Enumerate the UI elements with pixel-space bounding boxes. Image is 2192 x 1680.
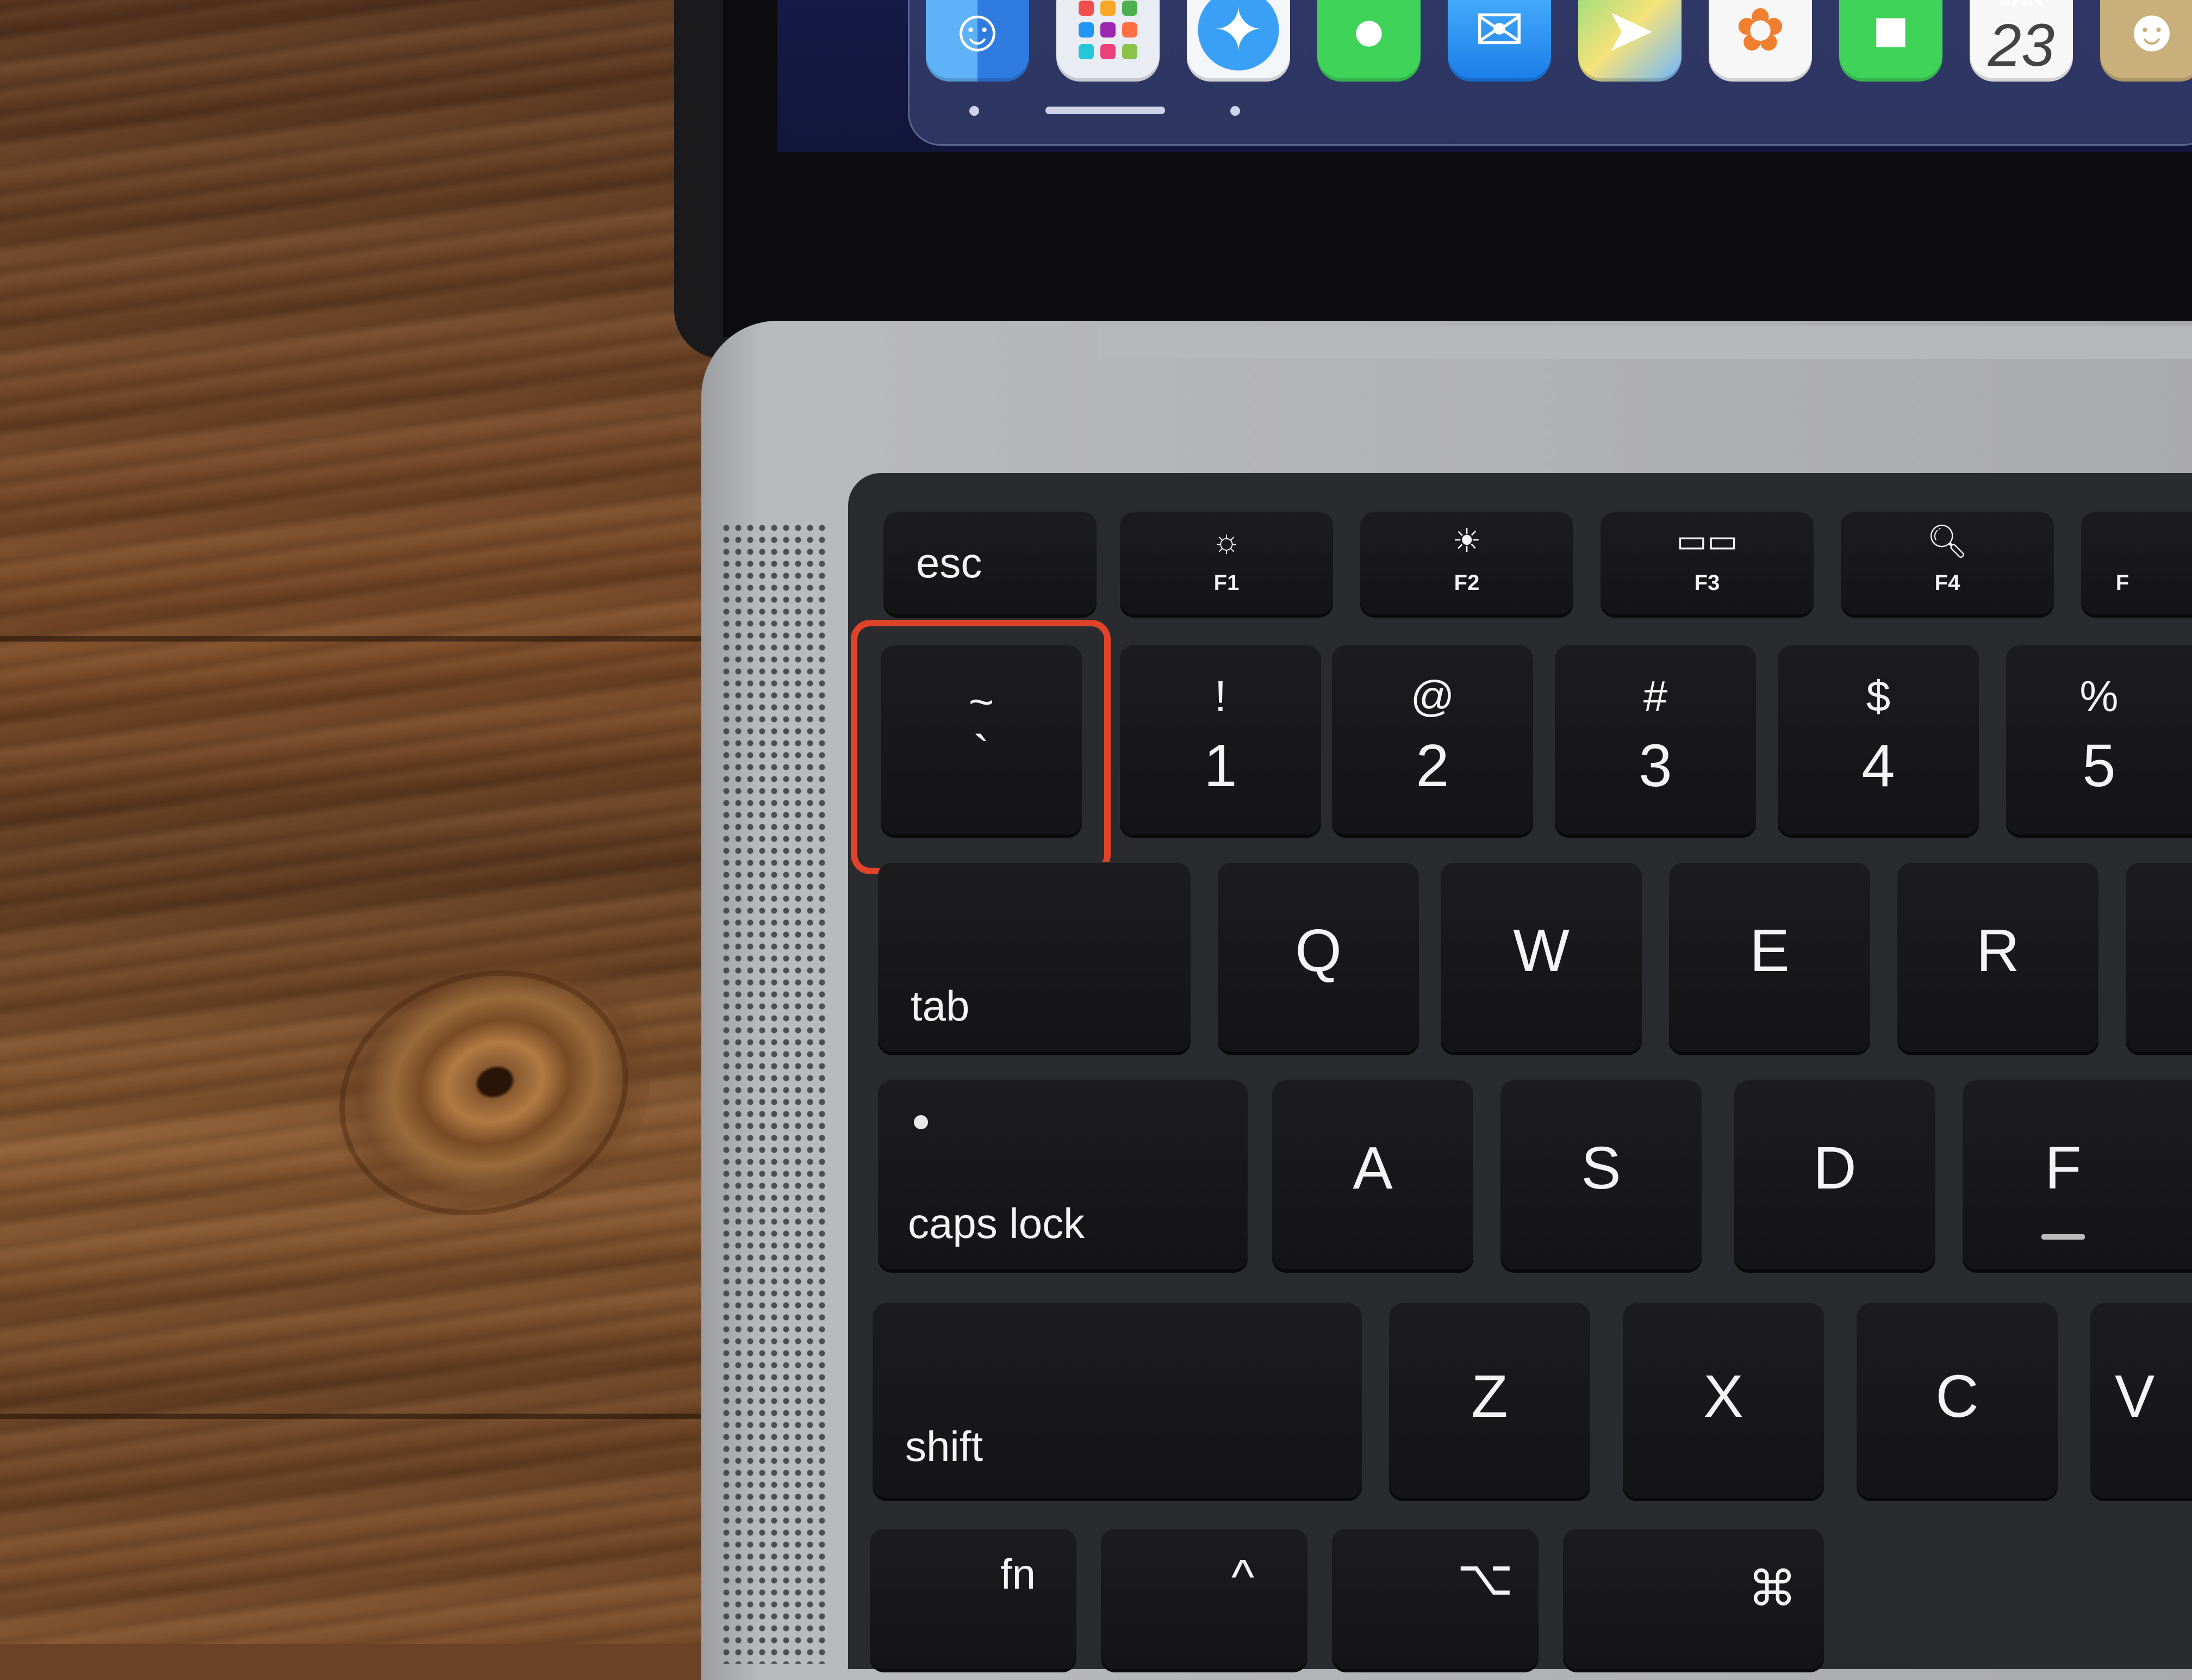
tab-key[interactable]: tab xyxy=(878,862,1191,1052)
wood-seam xyxy=(0,636,761,642)
key-z[interactable]: Z xyxy=(1389,1302,1590,1498)
f-label: F xyxy=(2045,1135,2082,1202)
home-row-bump xyxy=(2041,1234,2085,1240)
key-5[interactable]: % 5 xyxy=(2006,644,2192,835)
z-label: Z xyxy=(1471,1363,1508,1430)
key-e[interactable]: E xyxy=(1669,862,1870,1052)
messages-icon[interactable]: ● xyxy=(1317,0,1421,82)
v-label: V xyxy=(2115,1363,2155,1430)
two-label: 2 xyxy=(1416,732,1449,799)
dollar-label: $ xyxy=(1866,672,1891,720)
percent-label: % xyxy=(2079,672,2119,720)
f2-label: F2 xyxy=(1454,571,1480,595)
key-v[interactable]: V xyxy=(2090,1302,2192,1498)
key-3[interactable]: # 3 xyxy=(1555,644,1756,835)
calendar-day: 23 xyxy=(1988,12,2055,79)
a-label: A xyxy=(1353,1135,1393,1202)
key-c[interactable]: C xyxy=(1857,1302,2058,1498)
three-label: 3 xyxy=(1639,732,1672,799)
speaker-grille xyxy=(720,522,829,1664)
facetime-icon[interactable]: ■ xyxy=(1839,0,1942,82)
shift-label: shift xyxy=(905,1422,983,1470)
spotlight-search-icon: 🔍︎ xyxy=(1926,523,1969,559)
command-label: ⌘ xyxy=(1748,1562,1797,1616)
w-label: W xyxy=(1513,917,1570,984)
hash-label: # xyxy=(1643,672,1668,720)
fn-label: fn xyxy=(1000,1550,1036,1598)
esc-key[interactable]: esc xyxy=(883,511,1097,614)
brightness-down-icon: ☼ xyxy=(1211,522,1242,559)
key-2[interactable]: @ 2 xyxy=(1332,644,1533,835)
r-label: R xyxy=(1976,917,2020,984)
caps-lock-label: caps lock xyxy=(908,1199,1085,1247)
four-label: 4 xyxy=(1861,732,1895,799)
key-a[interactable]: A xyxy=(1272,1079,1473,1270)
option-label: ⌥ xyxy=(1457,1551,1514,1606)
dock: ☺ ✦ ● ✉ ➤ ✿ ■ JAN 23 ☻ xyxy=(908,0,2192,146)
exclamation-label: ! xyxy=(1214,672,1227,720)
f1-label: F1 xyxy=(1213,571,1240,595)
contacts-icon[interactable]: ☻ xyxy=(2100,0,2192,82)
finder-icon[interactable]: ☺ xyxy=(926,0,1029,82)
key-t[interactable] xyxy=(2126,862,2192,1052)
five-label: 5 xyxy=(2082,732,2116,799)
control-key[interactable]: ^ xyxy=(1101,1528,1307,1669)
brightness-up-icon: ☀ xyxy=(1452,522,1481,559)
f3-key[interactable]: ▭▭ F3 xyxy=(1601,511,1814,614)
key-4[interactable]: $ 4 xyxy=(1778,644,1979,835)
highlight-box xyxy=(851,620,1111,874)
f4-key[interactable]: 🔍︎ F4 xyxy=(1841,511,2054,614)
d-label: D xyxy=(1813,1135,1857,1202)
launchpad-grid xyxy=(1079,1,1137,59)
safari-icon[interactable]: ✦ xyxy=(1187,0,1290,82)
one-label: 1 xyxy=(1204,732,1237,799)
fn-key[interactable]: fn xyxy=(870,1528,1076,1669)
c-label: C xyxy=(1935,1363,1979,1430)
shift-key[interactable]: shift xyxy=(873,1302,1362,1498)
caps-lock-key[interactable]: caps lock xyxy=(878,1079,1248,1270)
q-label: Q xyxy=(1295,917,1342,984)
e-label: E xyxy=(1749,917,1790,984)
key-s[interactable]: S xyxy=(1500,1079,1702,1270)
key-r[interactable]: R xyxy=(1897,862,2098,1052)
f5-label: F xyxy=(2115,571,2129,595)
option-key[interactable]: ⌥ xyxy=(1332,1528,1539,1669)
command-key[interactable]: ⌘ xyxy=(1563,1528,1824,1669)
key-1[interactable]: ! 1 xyxy=(1120,644,1321,835)
key-f[interactable]: F xyxy=(1963,1079,2192,1270)
running-indicator xyxy=(969,106,979,116)
s-label: S xyxy=(1581,1135,1621,1202)
key-x[interactable]: X xyxy=(1623,1302,1824,1498)
f3-label: F3 xyxy=(1694,571,1720,595)
dock-scroll-bar xyxy=(1045,107,1165,114)
control-label: ^ xyxy=(1231,1550,1255,1604)
tab-label: tab xyxy=(911,982,970,1030)
f5-key[interactable]: F xyxy=(2081,511,2192,614)
at-label: @ xyxy=(1410,672,1455,720)
f2-key[interactable]: ☀ F2 xyxy=(1360,511,1573,614)
calendar-month: JAN xyxy=(1970,0,2073,10)
x-label: X xyxy=(1703,1363,1743,1430)
mission-control-icon: ▭▭ xyxy=(1676,522,1738,559)
wood-seam xyxy=(0,1414,761,1419)
key-q[interactable]: Q xyxy=(1218,862,1419,1052)
key-d[interactable]: D xyxy=(1734,1079,1935,1270)
photos-icon[interactable]: ✿ xyxy=(1709,0,1812,82)
hinge xyxy=(1098,326,2192,359)
mail-icon[interactable]: ✉ xyxy=(1448,0,1551,82)
key-w[interactable]: W xyxy=(1441,862,1642,1052)
caps-lock-indicator xyxy=(914,1115,928,1129)
calendar-icon[interactable]: JAN 23 xyxy=(1970,0,2073,82)
launchpad-icon[interactable] xyxy=(1056,0,1160,82)
esc-label: esc xyxy=(916,539,982,587)
running-indicator xyxy=(1230,106,1240,116)
f1-key[interactable]: ☼ F1 xyxy=(1120,511,1333,614)
maps-icon[interactable]: ➤ xyxy=(1578,0,1682,82)
